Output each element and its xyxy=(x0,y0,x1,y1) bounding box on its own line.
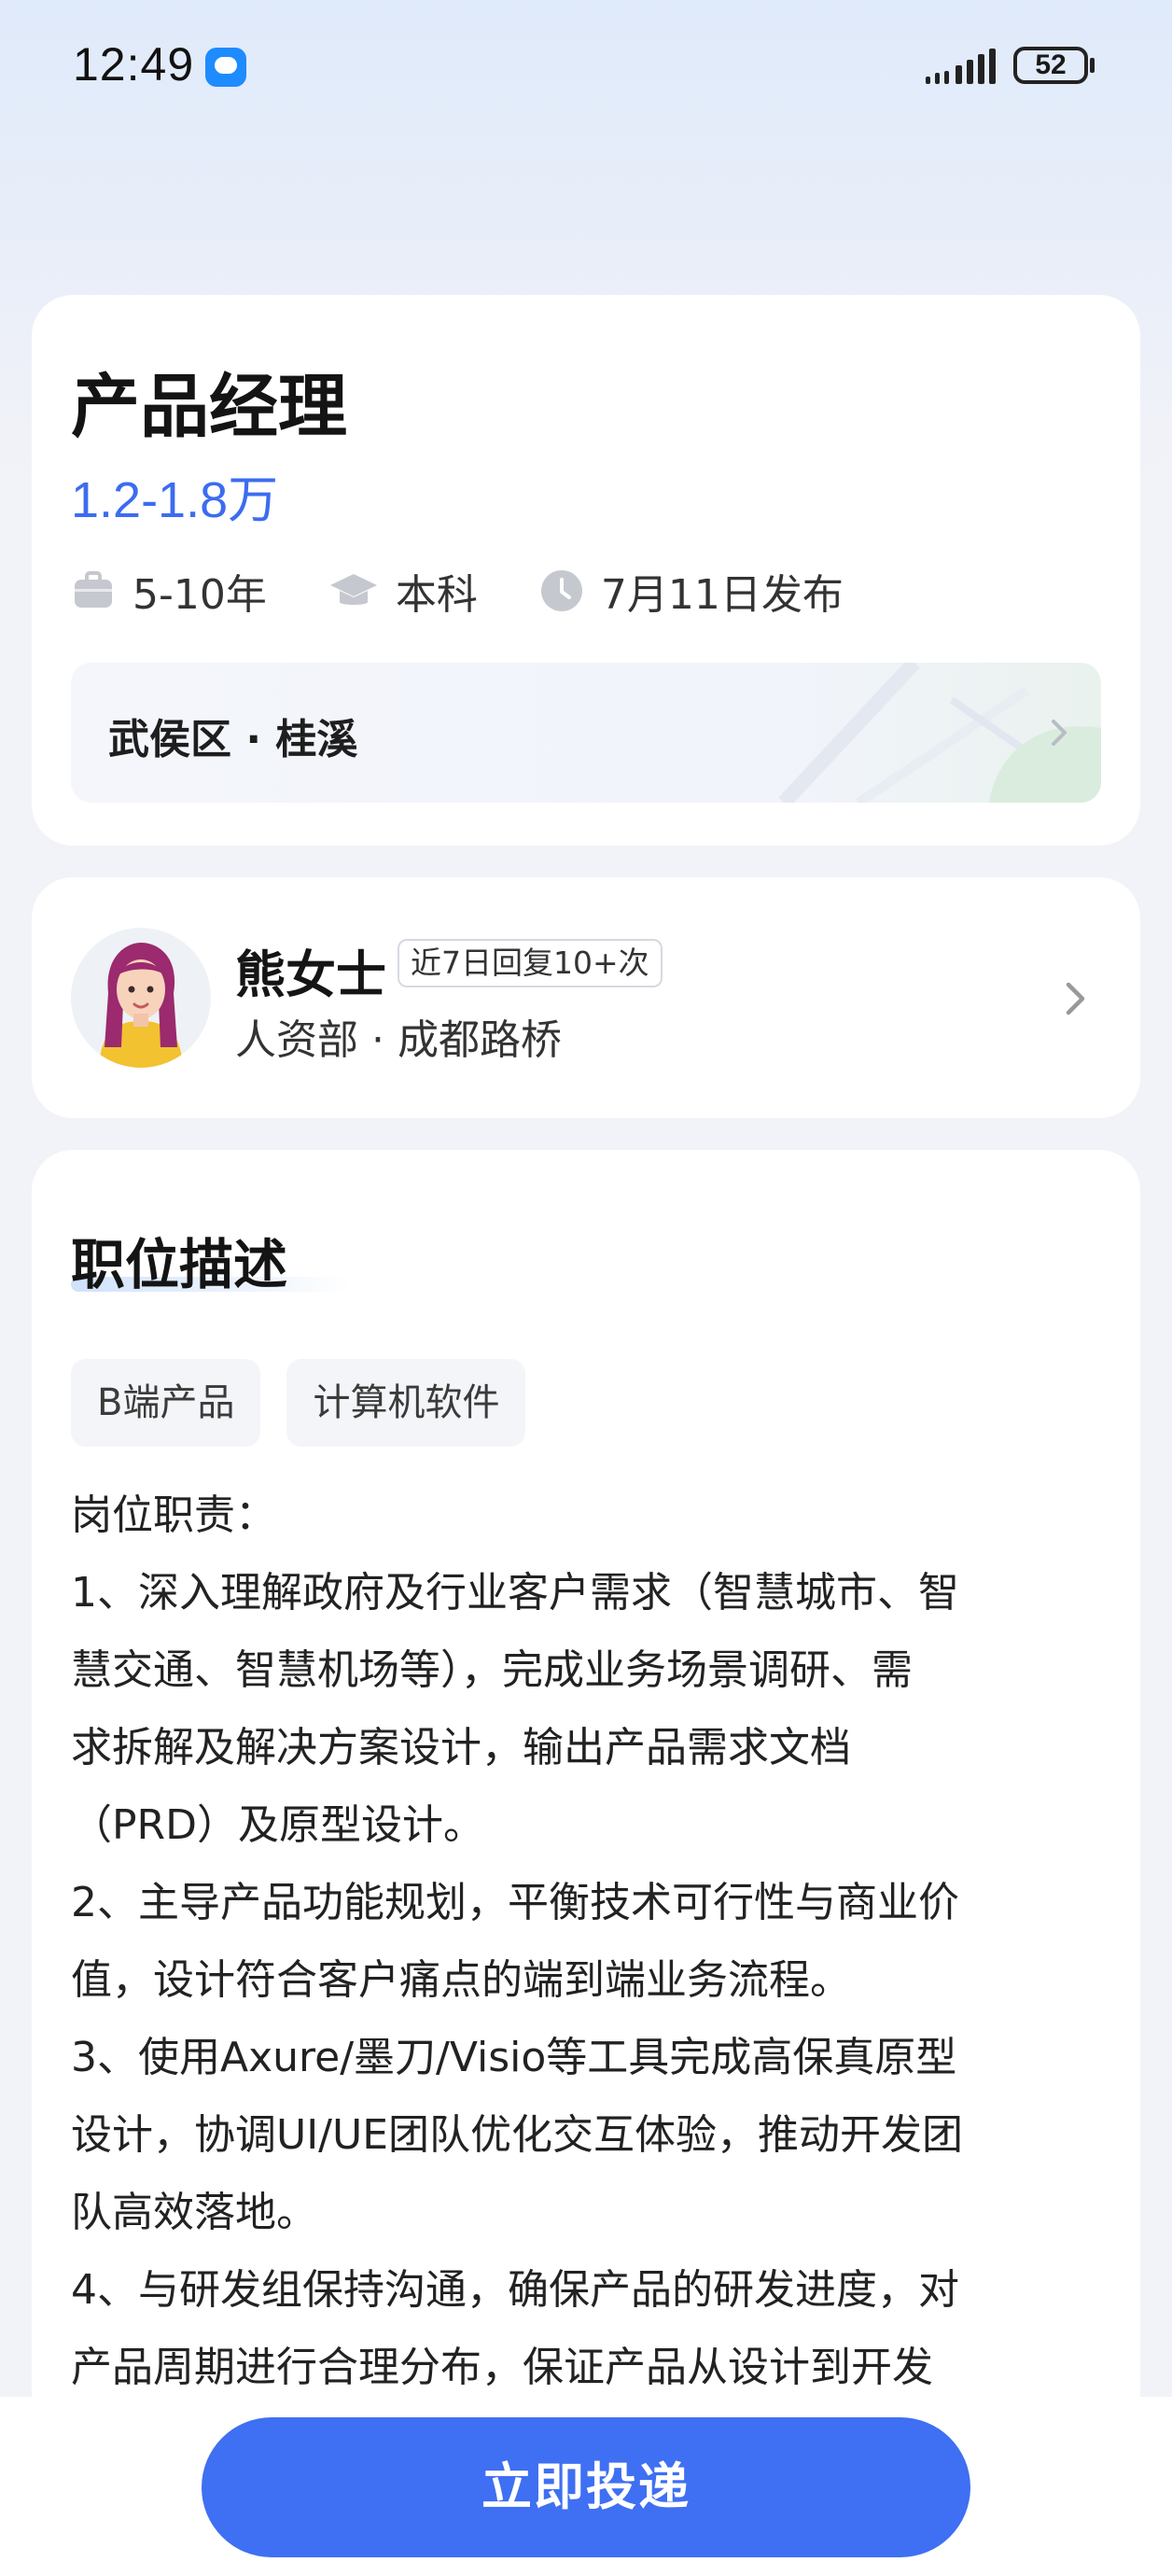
top-nav-bar xyxy=(0,149,1172,374)
description-line: （PRD）及原型设计。 xyxy=(71,1801,484,1849)
status-time: 12:49 xyxy=(73,38,195,91)
location-text: 武侯区 · 桂溪 xyxy=(108,716,358,763)
posted-text: 7月11日发布 xyxy=(600,571,844,619)
tag-item: 计算机软件 xyxy=(286,1359,526,1447)
description-line: 设计，协调UI/UE团队优化交互体验，推动开发团 xyxy=(71,2111,964,2159)
message-notification-icon xyxy=(205,48,246,87)
status-bar: 12:49 52 xyxy=(0,0,1172,140)
posted-item: 7月11日发布 xyxy=(539,561,844,621)
reply-rate-badge: 近7日回复10+次 xyxy=(398,939,663,987)
description-line: 3、使用Axure/墨刀/Visio等工具完成高保真原型 xyxy=(71,2034,957,2081)
chevron-right-icon xyxy=(1052,720,1067,746)
experience-text: 5-10年 xyxy=(133,571,267,619)
tag-list: B端产品 计算机软件 xyxy=(71,1359,526,1447)
battery-tip xyxy=(1090,58,1095,73)
description-text: 岗位职责： 1、深入理解政府及行业客户需求（智慧城市、智 慧交通、智慧机场等），… xyxy=(71,1477,1107,2406)
recruiter-name: 熊女士 xyxy=(235,945,386,1004)
description-line: 产品周期进行合理分布，保证产品从设计到开发 xyxy=(71,2344,933,2391)
experience-item: 5-10年 xyxy=(71,561,267,621)
description-line: 值，设计符合客户痛点的端到端业务流程。 xyxy=(71,1956,851,2004)
avatar xyxy=(71,928,211,1068)
job-description-card: 职位描述 B端产品 计算机软件 岗位职责： 1、深入理解政府及行业客户需求（智慧… xyxy=(32,1150,1140,2576)
job-title: 产品经理 xyxy=(71,367,347,447)
location-row[interactable]: 武侯区 · 桂溪 xyxy=(71,663,1101,803)
job-meta-row: 5-10年 本科 7月11日发布 xyxy=(71,558,905,623)
description-line: 2、主导产品功能规划，平衡技术可行性与商业价 xyxy=(71,1879,959,1926)
section-title: 职位描述 xyxy=(71,1233,288,1296)
recruiter-department: 人资部 · 成都路桥 xyxy=(235,1016,562,1064)
battery-indicator: 52 xyxy=(1013,47,1088,84)
description-line: 队高效落地。 xyxy=(71,2189,317,2236)
job-summary-card: 产品经理 1.2-1.8万 5-10年 本科 7月11日发布 武侯区 · 桂溪 xyxy=(32,295,1140,846)
description-line: 1、深入理解政府及行业客户需求（智慧城市、智 xyxy=(71,1569,959,1617)
signal-icon xyxy=(926,49,996,84)
description-line: 岗位职责： xyxy=(71,1491,276,1539)
tag-item: B端产品 xyxy=(71,1359,261,1447)
description-line: 4、与研发组保持沟通，确保产品的研发进度，对 xyxy=(71,2266,959,2314)
chevron-right-icon xyxy=(1066,982,1085,1015)
apply-button[interactable]: 立即投递 xyxy=(202,2417,970,2557)
recruiter-card[interactable]: 熊女士 近7日回复10+次 人资部 · 成都路桥 xyxy=(32,877,1140,1118)
briefcase-icon xyxy=(75,571,112,608)
map-thumbnail xyxy=(778,663,1101,803)
description-line: 求拆解及解决方案设计，输出产品需求文档 xyxy=(71,1724,851,1771)
graduation-cap-icon xyxy=(329,574,377,605)
education-item: 本科 xyxy=(328,561,478,621)
salary: 1.2-1.8万 xyxy=(71,472,279,528)
description-line: 慧交通、智慧机场等），完成业务场景调研、需 xyxy=(71,1646,913,1694)
clock-icon xyxy=(540,570,582,611)
education-text: 本科 xyxy=(395,571,478,619)
